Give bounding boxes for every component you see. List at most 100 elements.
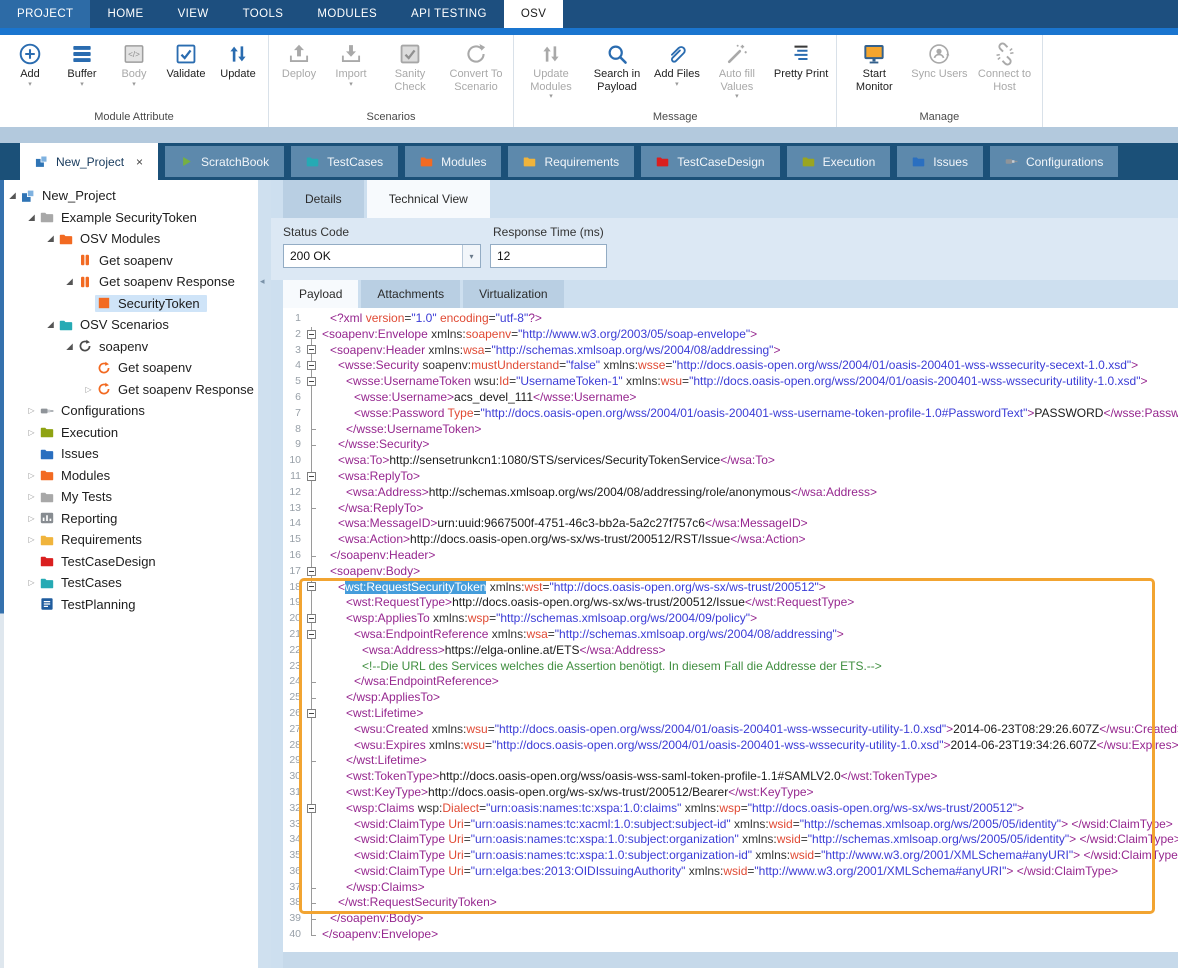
status-code-select[interactable]: 200 OK ▾ xyxy=(283,244,481,268)
ribbon-tab-api-testing[interactable]: API TESTING xyxy=(394,0,504,28)
tab-technical-view[interactable]: Technical View xyxy=(367,180,490,218)
collapse-box-icon[interactable] xyxy=(307,345,316,354)
collapse-box-icon[interactable] xyxy=(307,582,316,591)
close-icon[interactable]: × xyxy=(136,156,143,168)
expander-collapsed-icon[interactable]: ▷ xyxy=(25,406,38,415)
tree-item-issues[interactable]: Issues xyxy=(0,443,258,465)
ribbon-tab-view[interactable]: VIEW xyxy=(161,0,226,28)
tree-item-reporting[interactable]: ▷Reporting xyxy=(0,508,258,530)
expander-collapsed-icon[interactable]: ▷ xyxy=(25,428,38,437)
tree-item-osv-modules[interactable]: ◢OSV Modules xyxy=(0,228,258,250)
doc-tab-issues[interactable]: Issues xyxy=(897,146,983,177)
doc-tab-requirements[interactable]: Requirements xyxy=(508,146,634,177)
tab-payload[interactable]: Payload xyxy=(283,280,358,308)
tree-item-new-project[interactable]: ◢New_Project xyxy=(0,185,258,207)
splitter-collapse-icon[interactable]: ◂ xyxy=(260,276,265,287)
response-time-input[interactable] xyxy=(490,244,607,268)
tree-item-osv-scenarios[interactable]: ◢OSV Scenarios xyxy=(0,314,258,336)
doc-tab-testcases[interactable]: TestCases xyxy=(291,146,398,177)
doc-tab-configurations[interactable]: Configurations xyxy=(990,146,1118,177)
collapse-box-icon[interactable] xyxy=(307,377,316,386)
expander-collapsed-icon[interactable]: ▷ xyxy=(82,385,95,394)
expander-collapsed-icon[interactable]: ▷ xyxy=(25,514,38,523)
sync-users-button[interactable]: Sync Users xyxy=(907,38,971,89)
xml-payload-editor[interactable]: 1<?xml version="1.0" encoding="utf-8"?>2… xyxy=(283,308,1178,952)
tree-item-soapenv[interactable]: ◢soapenv xyxy=(0,336,258,358)
tab-attachments[interactable]: Attachments xyxy=(361,280,460,308)
sanity-check-button[interactable]: Sanity Check xyxy=(377,38,443,101)
ribbon-tab-osv[interactable]: OSV xyxy=(504,0,564,28)
tree-item-modules[interactable]: ▷Modules xyxy=(0,465,258,487)
ribbon-tab-tools[interactable]: TOOLS xyxy=(226,0,301,28)
tree-item-get-soapenv[interactable]: Get soapenv xyxy=(0,250,258,272)
tree-item-my-tests[interactable]: ▷My Tests xyxy=(0,486,258,508)
collapse-box-icon[interactable] xyxy=(307,709,316,718)
expander-collapsed-icon[interactable]: ▷ xyxy=(25,578,38,587)
chevron-down-icon[interactable]: ▾ xyxy=(549,93,553,101)
ribbon-tab-project[interactable]: PROJECT xyxy=(0,0,90,28)
chevron-down-icon[interactable]: ▾ xyxy=(80,81,84,89)
add-files-button[interactable]: Add Files▾ xyxy=(650,38,704,89)
collapse-box-icon[interactable] xyxy=(307,804,316,813)
chevron-down-icon[interactable]: ▾ xyxy=(462,245,480,267)
expander-expanded-icon[interactable]: ◢ xyxy=(25,212,38,223)
expander-collapsed-icon[interactable]: ▷ xyxy=(25,535,38,544)
tree-item-testplanning[interactable]: TestPlanning xyxy=(0,594,258,616)
convert-to-scenario-button[interactable]: Convert To Scenario xyxy=(443,38,509,101)
tree-item-example-securitytoken[interactable]: ◢Example SecurityToken xyxy=(0,207,258,229)
tree-item-configurations[interactable]: ▷Configurations xyxy=(0,400,258,422)
chevron-down-icon[interactable]: ▾ xyxy=(28,81,32,89)
update-modules-button[interactable]: Update Modules▾ xyxy=(518,38,584,101)
tab-details[interactable]: Details xyxy=(283,180,364,218)
tree-item-securitytoken[interactable]: SecurityToken xyxy=(0,293,258,315)
expander-expanded-icon[interactable]: ◢ xyxy=(44,233,57,244)
body-button[interactable]: </>Body▾ xyxy=(108,38,160,89)
panel-splitter[interactable]: ◂ xyxy=(258,180,271,968)
pretty-print-button[interactable]: Pretty Print xyxy=(770,38,832,89)
collapse-box-icon[interactable] xyxy=(307,361,316,370)
doc-tab-label: Execution xyxy=(823,155,876,169)
tree-item-testcasedesign[interactable]: TestCaseDesign xyxy=(0,551,258,573)
chevron-down-icon[interactable]: ▾ xyxy=(349,81,353,89)
buffer-button[interactable]: Buffer▾ xyxy=(56,38,108,89)
doc-tab-modules[interactable]: Modules xyxy=(405,146,501,177)
collapse-box-icon[interactable] xyxy=(307,567,316,576)
expander-expanded-icon[interactable]: ◢ xyxy=(6,190,19,201)
ribbon-tab-home[interactable]: HOME xyxy=(90,0,160,28)
expander-expanded-icon[interactable]: ◢ xyxy=(63,276,76,287)
import-button[interactable]: Import▾ xyxy=(325,38,377,89)
doc-tab-testcasedesign[interactable]: TestCaseDesign xyxy=(641,146,779,177)
start-monitor-button[interactable]: Start Monitor xyxy=(841,38,907,101)
expander-expanded-icon[interactable]: ◢ xyxy=(44,319,57,330)
chevron-down-icon[interactable]: ▾ xyxy=(675,81,679,89)
ribbon-tab-modules[interactable]: MODULES xyxy=(300,0,394,28)
tree-item-execution[interactable]: ▷Execution xyxy=(0,422,258,444)
tree-item-get-soapenv-response[interactable]: ◢Get soapenv Response xyxy=(0,271,258,293)
tree-item-testcases[interactable]: ▷TestCases xyxy=(0,572,258,594)
tree-item-get-soapenv[interactable]: Get soapenv xyxy=(0,357,258,379)
tree-item-requirements[interactable]: ▷Requirements xyxy=(0,529,258,551)
expander-collapsed-icon[interactable]: ▷ xyxy=(25,492,38,501)
validate-button[interactable]: Validate xyxy=(160,38,212,89)
collapse-box-icon[interactable] xyxy=(307,630,316,639)
add-button[interactable]: Add▾ xyxy=(4,38,56,89)
chevron-down-icon[interactable]: ▾ xyxy=(132,81,136,89)
chevron-down-icon[interactable]: ▾ xyxy=(735,93,739,101)
expander-collapsed-icon[interactable]: ▷ xyxy=(25,471,38,480)
deploy-button[interactable]: Deploy xyxy=(273,38,325,89)
update-button[interactable]: Update xyxy=(212,38,264,89)
doc-tab-new-project[interactable]: New_Project× xyxy=(20,143,158,180)
horizontal-scrollbar[interactable] xyxy=(283,952,1178,968)
collapse-box-icon[interactable] xyxy=(307,614,316,623)
tree-item-get-soapenv-response[interactable]: ▷Get soapenv Response xyxy=(0,379,258,401)
auto-fill-values-button[interactable]: Auto fill Values▾ xyxy=(704,38,770,101)
collapse-box-icon[interactable] xyxy=(307,472,316,481)
doc-tab-scratchbook[interactable]: ScratchBook xyxy=(165,146,284,177)
expander-expanded-icon[interactable]: ◢ xyxy=(63,341,76,352)
tab-virtualization[interactable]: Virtualization xyxy=(463,280,563,308)
connect-to-host-button[interactable]: Connect to Host xyxy=(972,38,1038,101)
project-tree[interactable]: ◢New_Project◢Example SecurityToken◢OSV M… xyxy=(0,180,258,968)
doc-tab-execution[interactable]: Execution xyxy=(787,146,891,177)
search-in-payload-button[interactable]: Search in Payload xyxy=(584,38,650,101)
collapse-box-icon[interactable] xyxy=(307,330,316,339)
